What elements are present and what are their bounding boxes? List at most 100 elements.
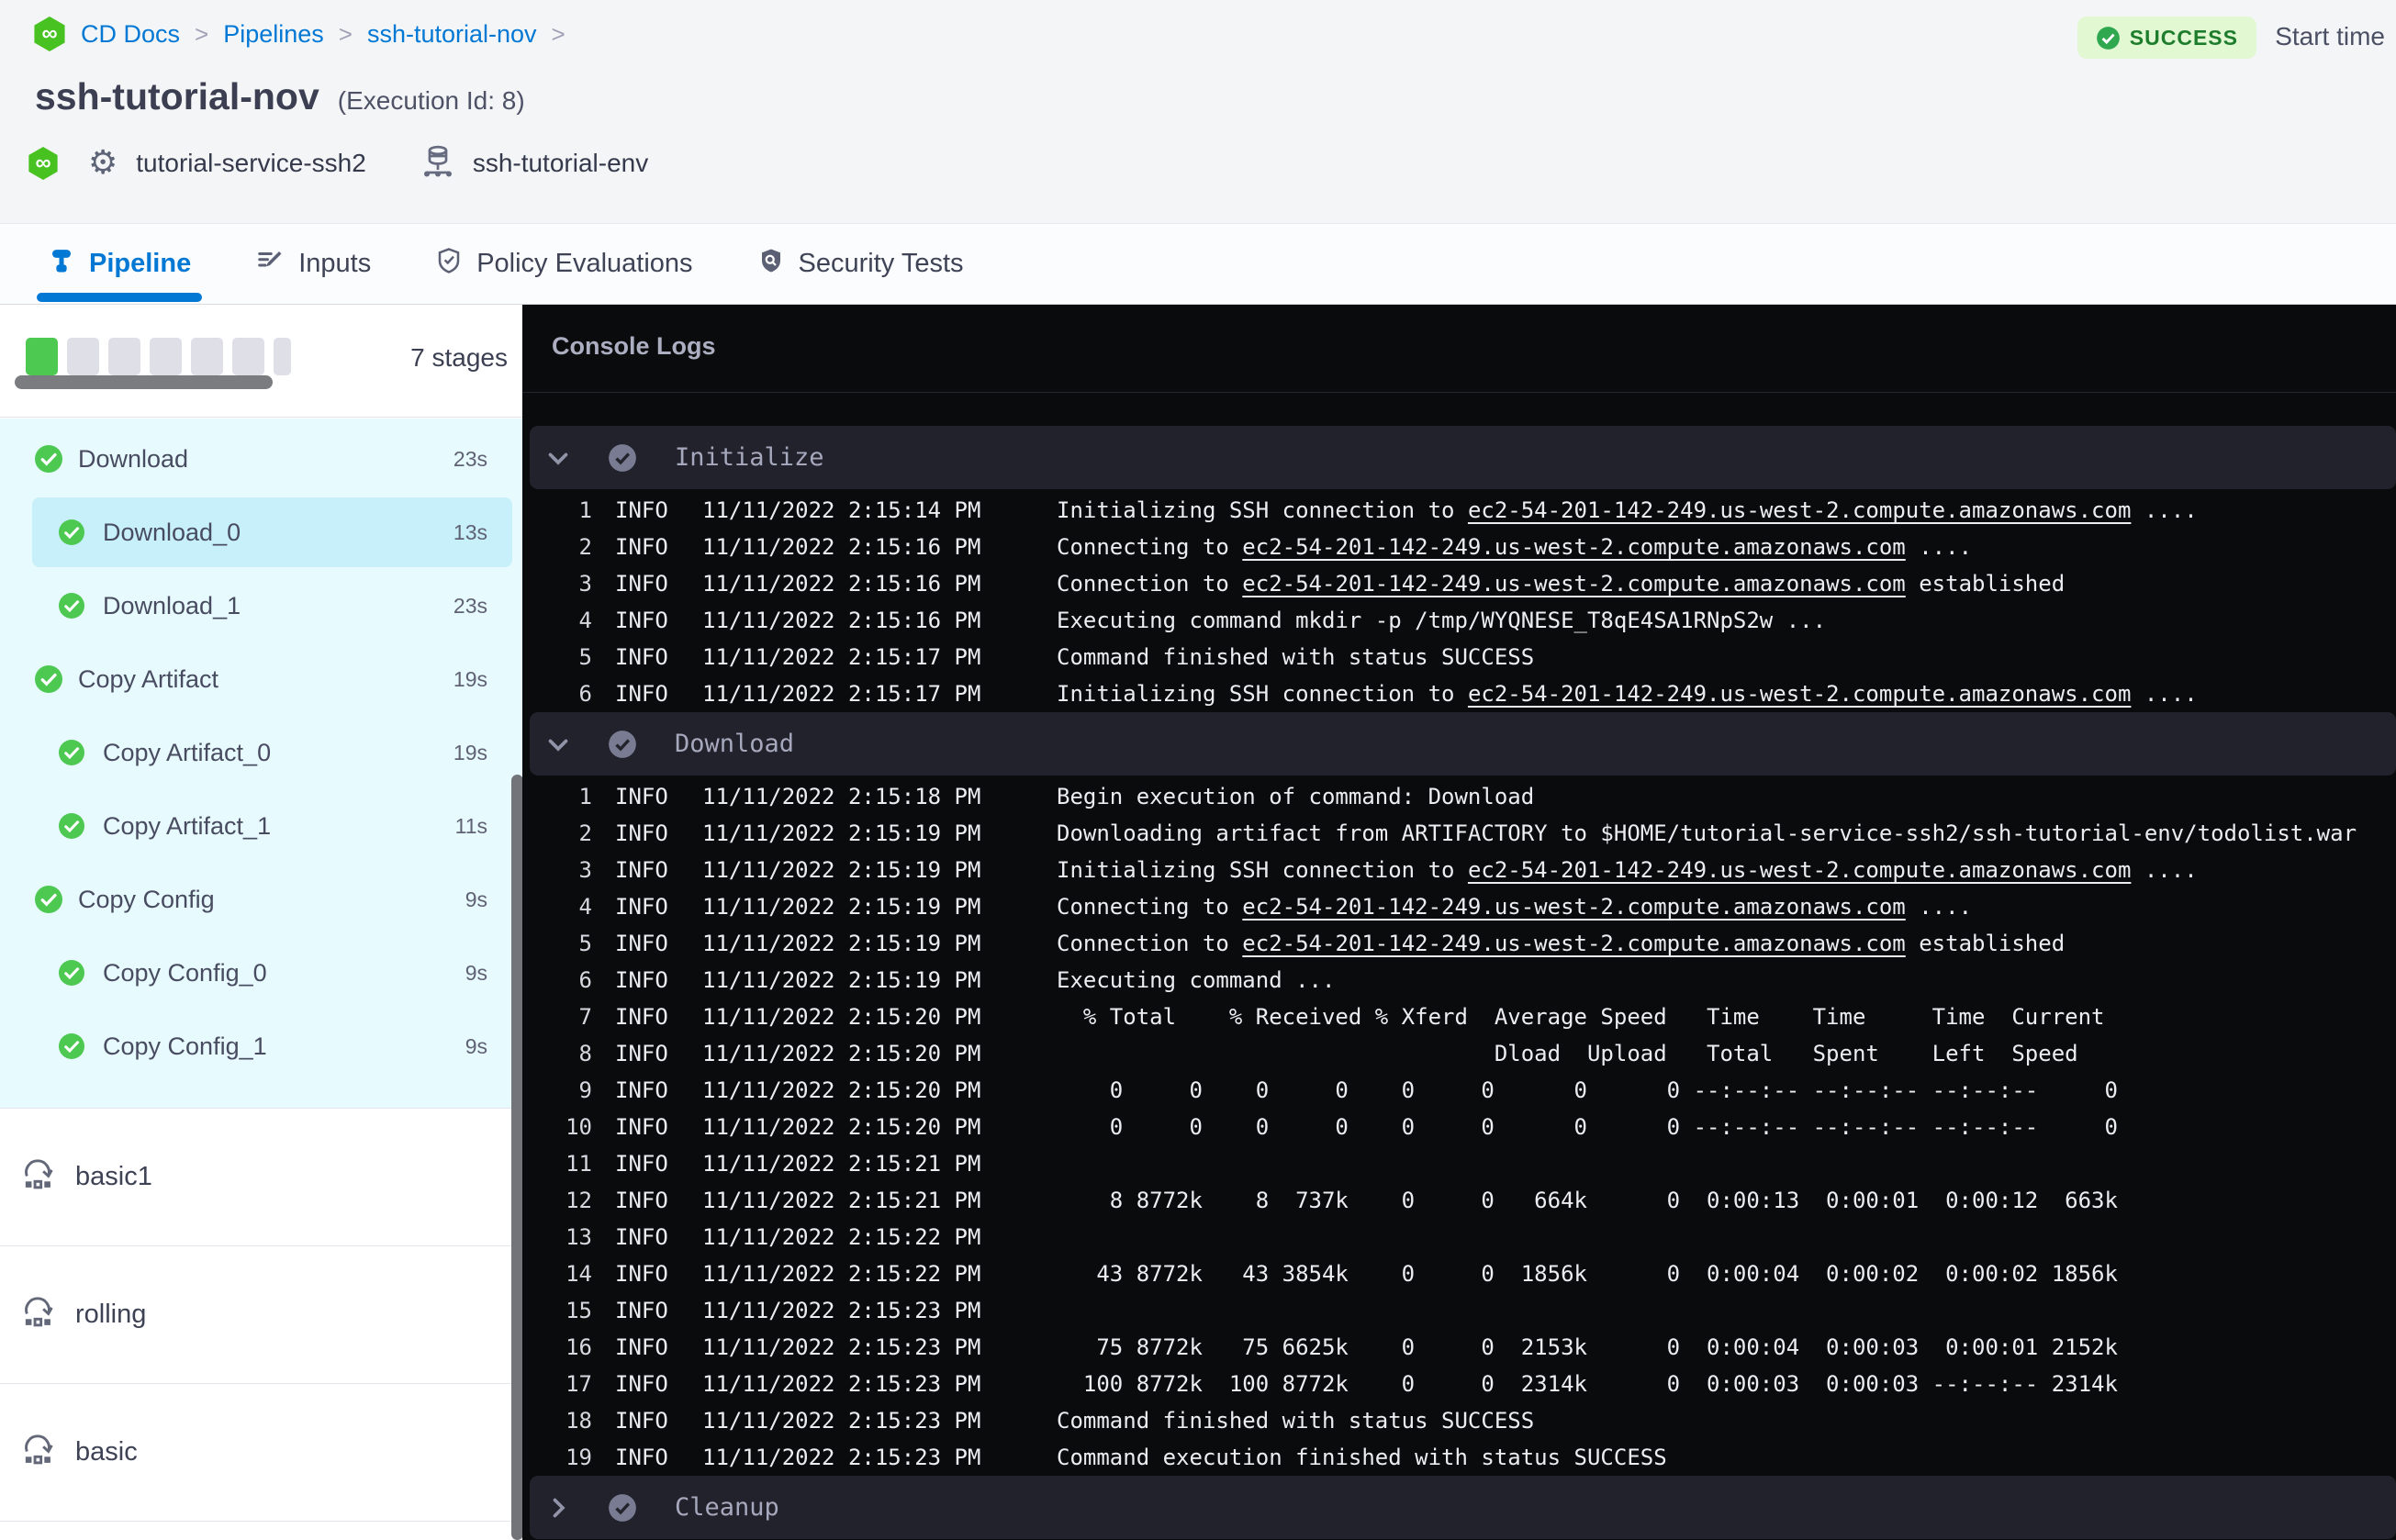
stage-label: Copy Config_0	[103, 958, 267, 987]
gear-icon: ⚙	[88, 144, 118, 182]
line-number: 8	[578, 1041, 592, 1066]
log-level: INFO	[615, 1298, 668, 1323]
host-link[interactable]: ec2-54-201-142-249.us-west-2.compute.ama…	[1242, 894, 1905, 920]
tab-label: Inputs	[298, 249, 372, 278]
log-line: 16 INFO 11/11/2022 2:15:23 PM 75 8772k 7…	[522, 1329, 2396, 1366]
log-level: INFO	[615, 820, 668, 846]
stage-row-copy-artifact_0[interactable]: Copy Artifact_0 19s	[0, 716, 522, 789]
log-text: established	[1905, 571, 2066, 597]
log-timestamp: 11/11/2022 2:15:23 PM	[702, 1334, 981, 1360]
line-number: 1	[578, 784, 592, 809]
log-timestamp: 11/11/2022 2:15:17 PM	[702, 644, 981, 670]
log-message: 0 0 0 0 0 0 0 0 --:--:-- --:--:-- --:--:…	[1057, 1077, 2118, 1103]
log-section-header-cleanup[interactable]: Cleanup	[530, 1476, 2396, 1539]
stage-progress-segments	[26, 338, 291, 375]
log-section-header-initialize[interactable]: Initialize	[530, 426, 2396, 489]
strategy-row-basic1[interactable]: basic1	[0, 1108, 522, 1245]
stage-duration: 13s	[453, 519, 487, 544]
log-text: 75 8772k 75 6625k 0 0 2153k 0 0:00:04 0:…	[1057, 1334, 2118, 1360]
log-timestamp: 11/11/2022 2:15:20 PM	[702, 1114, 981, 1140]
log-line: 3 INFO 11/11/2022 2:15:19 PM Initializin…	[522, 852, 2396, 888]
line-number: 16	[565, 1334, 592, 1360]
stage-row-download_0[interactable]: Download_0 13s	[0, 496, 522, 569]
line-number: 19	[565, 1445, 592, 1470]
stage-duration: 19s	[453, 740, 487, 764]
log-level: INFO	[615, 967, 668, 993]
success-check-icon	[59, 1033, 84, 1059]
log-line: 4 INFO 11/11/2022 2:15:16 PM Executing c…	[522, 602, 2396, 639]
stage-row-copy-config_0[interactable]: Copy Config_0 9s	[0, 936, 522, 1010]
log-line: 13 INFO 11/11/2022 2:15:22 PM	[522, 1219, 2396, 1255]
stage-segment	[26, 338, 58, 375]
line-number: 4	[578, 608, 592, 633]
stage-label: Copy Artifact	[78, 664, 219, 693]
line-number: 2	[578, 534, 592, 560]
chevron-down-icon[interactable]	[543, 729, 574, 760]
pipeline-icon	[48, 247, 75, 282]
line-number: 7	[578, 1004, 592, 1030]
host-link[interactable]: ec2-54-201-142-249.us-west-2.compute.ama…	[1242, 534, 1905, 560]
host-link[interactable]: ec2-54-201-142-249.us-west-2.compute.ama…	[1242, 571, 1905, 597]
host-link[interactable]: ec2-54-201-142-249.us-west-2.compute.ama…	[1468, 681, 2131, 707]
breadcrumb-link[interactable]: ssh-tutorial-nov	[367, 20, 537, 49]
strategy-row-canary2[interactable]: canary2	[0, 1521, 522, 1540]
strategy-list: basic1 rolling basic canary2	[0, 1108, 522, 1540]
success-check-icon	[35, 445, 62, 473]
strategy-row-rolling[interactable]: rolling	[0, 1245, 522, 1383]
log-level: INFO	[615, 534, 668, 560]
line-number: 18	[565, 1408, 592, 1434]
host-link[interactable]: ec2-54-201-142-249.us-west-2.compute.ama…	[1468, 857, 2131, 883]
host-link[interactable]: ec2-54-201-142-249.us-west-2.compute.ama…	[1468, 497, 2131, 523]
log-message: Dload Upload Total Spent Left Speed	[1057, 1041, 2078, 1066]
stage-duration: 19s	[453, 666, 487, 691]
vertical-scrollbar[interactable]	[511, 775, 522, 1540]
stage-duration: 23s	[453, 593, 487, 618]
log-timestamp: 11/11/2022 2:15:21 PM	[702, 1151, 981, 1177]
log-message: Initializing SSH connection to ec2-54-20…	[1057, 857, 2198, 883]
log-message: Command finished with status SUCCESS	[1057, 644, 1534, 670]
log-level: INFO	[615, 1151, 668, 1177]
log-timestamp: 11/11/2022 2:15:19 PM	[702, 894, 981, 920]
log-level: INFO	[615, 681, 668, 707]
log-section-header-download[interactable]: Download	[530, 712, 2396, 776]
strategy-row-basic[interactable]: basic	[0, 1383, 522, 1521]
stage-row-download[interactable]: Download 23s	[0, 422, 522, 496]
stage-row-download_1[interactable]: Download_1 23s	[0, 569, 522, 642]
log-line: 2 INFO 11/11/2022 2:15:19 PM Downloading…	[522, 815, 2396, 852]
line-number: 5	[578, 644, 592, 670]
breadcrumb-link[interactable]: CD Docs	[81, 20, 180, 49]
breadcrumb-link[interactable]: Pipelines	[223, 20, 324, 49]
log-text: Connecting to	[1057, 534, 1243, 560]
log-text: ....	[1905, 534, 1973, 560]
breadcrumb-separator: >	[551, 19, 565, 48]
page-title: ssh-tutorial-nov	[35, 75, 319, 117]
strategy-label: rolling	[75, 1300, 147, 1329]
stage-row-copy-config_1[interactable]: Copy Config_1 9s	[0, 1010, 522, 1083]
strategy-label: basic	[75, 1437, 138, 1467]
log-message: Connecting to ec2-54-201-142-249.us-west…	[1057, 534, 1972, 560]
stage-row-copy-config[interactable]: Copy Config 9s	[0, 863, 522, 936]
stage-row-copy-artifact_1[interactable]: Copy Artifact_1 11s	[0, 789, 522, 863]
log-message: Executing command mkdir -p /tmp/WYQNESE_…	[1057, 608, 1826, 633]
stage-row-copy-artifact[interactable]: Copy Artifact 19s	[0, 642, 522, 716]
service-name[interactable]: tutorial-service-ssh2	[136, 149, 366, 178]
horizontal-scrollbar[interactable]	[15, 375, 273, 389]
policy-shield-icon	[435, 246, 463, 283]
log-level: INFO	[615, 784, 668, 809]
log-text: established	[1905, 931, 2066, 956]
chevron-right-icon[interactable]	[543, 1492, 574, 1523]
host-link[interactable]: ec2-54-201-142-249.us-west-2.compute.ama…	[1242, 931, 1905, 956]
tab-pipeline[interactable]: Pipeline	[36, 224, 203, 304]
success-check-icon	[59, 960, 84, 986]
log-text: ....	[2131, 681, 2198, 707]
line-number: 1	[578, 497, 592, 523]
section-title: Download	[675, 730, 795, 758]
execution-id: (Execution Id: 8)	[337, 86, 525, 115]
tab-policy-evaluations[interactable]: Policy Evaluations	[435, 224, 693, 304]
chevron-down-icon[interactable]	[543, 442, 574, 474]
environment-name[interactable]: ssh-tutorial-env	[473, 149, 648, 178]
check-circle-icon	[2096, 26, 2120, 50]
tab-security-tests[interactable]: Security Tests	[757, 224, 964, 304]
log-timestamp: 11/11/2022 2:15:16 PM	[702, 608, 981, 633]
tab-inputs[interactable]: Inputs	[255, 224, 371, 304]
